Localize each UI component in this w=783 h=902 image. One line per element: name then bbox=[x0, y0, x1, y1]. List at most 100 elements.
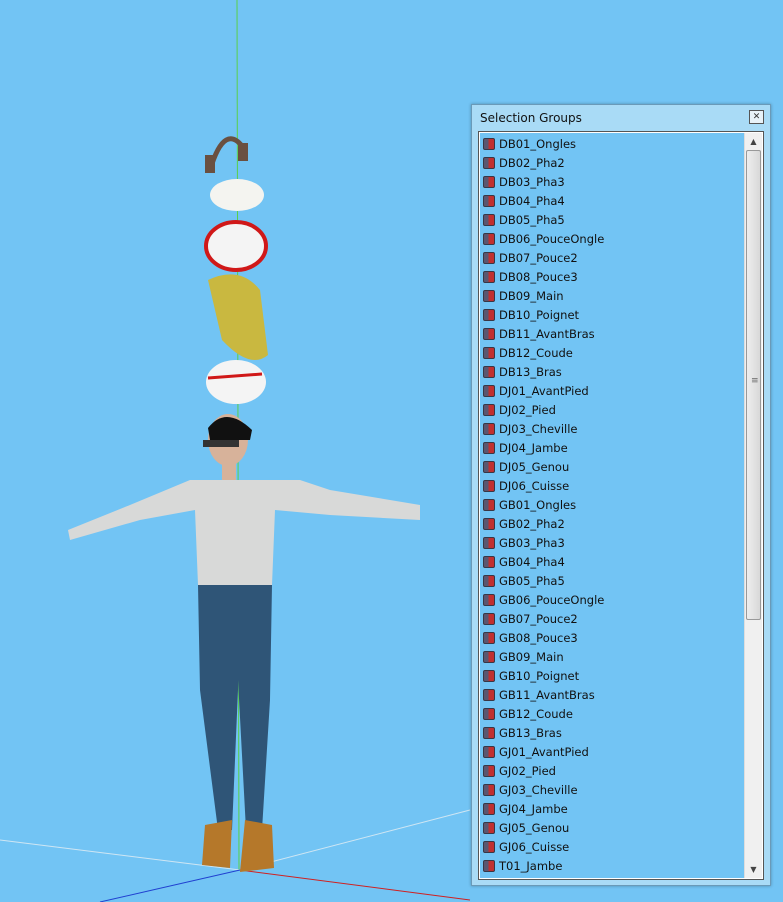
list-item-label: DJ03_Cheville bbox=[499, 421, 578, 436]
list-item[interactable]: GB09_Main bbox=[483, 647, 743, 666]
list-item[interactable]: DJ06_Cuisse bbox=[483, 476, 743, 495]
list-item[interactable]: DB13_Bras bbox=[483, 362, 743, 381]
group-cube-icon bbox=[483, 612, 495, 625]
group-cube-icon bbox=[483, 327, 495, 340]
group-cube-icon bbox=[483, 460, 495, 473]
list-item-label: GB04_Pha4 bbox=[499, 554, 565, 569]
list-item-label: GJ05_Genou bbox=[499, 820, 570, 835]
list-item[interactable]: GJ06_Cuisse bbox=[483, 837, 743, 856]
list-item[interactable]: GJ05_Genou bbox=[483, 818, 743, 837]
list-item-label: GB13_Bras bbox=[499, 725, 562, 740]
list-item[interactable]: GB11_AvantBras bbox=[483, 685, 743, 704]
list-item-label: DJ05_Genou bbox=[499, 459, 570, 474]
list-item-label: GB08_Pouce3 bbox=[499, 630, 578, 645]
list-item-label: DB10_Poignet bbox=[499, 307, 580, 322]
group-cube-icon bbox=[483, 289, 495, 302]
list-item-label: GJ01_AvantPied bbox=[499, 744, 589, 759]
hair-part bbox=[210, 179, 264, 211]
close-icon[interactable]: ✕ bbox=[749, 110, 764, 124]
list-item[interactable]: DB01_Ongles bbox=[483, 134, 743, 153]
list-item[interactable]: GB13_Bras bbox=[483, 723, 743, 742]
scroll-up-icon[interactable]: ▲ bbox=[745, 133, 762, 150]
group-cube-icon bbox=[483, 517, 495, 530]
list-item[interactable]: DJ03_Cheville bbox=[483, 419, 743, 438]
list-item[interactable]: DB03_Pha3 bbox=[483, 172, 743, 191]
list-item[interactable]: DB12_Coude bbox=[483, 343, 743, 362]
list-item[interactable]: DB10_Poignet bbox=[483, 305, 743, 324]
group-cube-icon bbox=[483, 688, 495, 701]
list-item-label: DB11_AvantBras bbox=[499, 326, 595, 341]
group-cube-icon bbox=[483, 707, 495, 720]
list-item[interactable]: GB01_Ongles bbox=[483, 495, 743, 514]
group-cube-icon bbox=[483, 308, 495, 321]
group-cube-icon bbox=[483, 213, 495, 226]
list-item[interactable]: GB02_Pha2 bbox=[483, 514, 743, 533]
list-item-label: GJ04_Jambe bbox=[499, 801, 568, 816]
list-item[interactable]: GB03_Pha3 bbox=[483, 533, 743, 552]
list-item-label: DB07_Pouce2 bbox=[499, 250, 578, 265]
list-item-label: DB09_Main bbox=[499, 288, 564, 303]
list-item[interactable]: DJ05_Genou bbox=[483, 457, 743, 476]
panel-title: Selection Groups bbox=[480, 111, 582, 125]
group-cube-icon bbox=[483, 631, 495, 644]
list-item[interactable]: GJ04_Jambe bbox=[483, 799, 743, 818]
list-item-label: DJ04_Jambe bbox=[499, 440, 568, 455]
list-item-label: DJ02_Pied bbox=[499, 402, 556, 417]
list-item[interactable]: DB09_Main bbox=[483, 286, 743, 305]
group-cube-icon bbox=[483, 422, 495, 435]
list-item[interactable]: DB02_Pha2 bbox=[483, 153, 743, 172]
list-item[interactable]: GB05_Pha5 bbox=[483, 571, 743, 590]
list-item-label: GB11_AvantBras bbox=[499, 687, 595, 702]
group-cube-icon bbox=[483, 593, 495, 606]
list-item[interactable]: DB11_AvantBras bbox=[483, 324, 743, 343]
scroll-down-icon[interactable]: ▼ bbox=[745, 861, 762, 878]
selection-groups-list[interactable]: DB01_Ongles DB02_Pha2 DB03_Pha3 DB04_Pha4 DB… bbox=[478, 131, 764, 880]
list-item-label: GB01_Ongles bbox=[499, 497, 577, 512]
list-item-label: DB12_Coude bbox=[499, 345, 573, 360]
list-item[interactable]: T01_Jambe bbox=[483, 856, 743, 875]
head-part bbox=[204, 220, 268, 272]
scrollbar-thumb[interactable]: ≡ bbox=[746, 150, 761, 620]
list-item[interactable]: DB05_Pha5 bbox=[483, 210, 743, 229]
list-item-label: GB10_Poignet bbox=[499, 668, 580, 683]
list-item-label: DB05_Pha5 bbox=[499, 212, 565, 227]
list-item[interactable]: DB04_Pha4 bbox=[483, 191, 743, 210]
group-cube-icon bbox=[483, 764, 495, 777]
list-item[interactable]: DJ02_Pied bbox=[483, 400, 743, 419]
list-item[interactable]: GB07_Pouce2 bbox=[483, 609, 743, 628]
x-axis bbox=[239, 869, 471, 901]
list-item[interactable]: GJ03_Cheville bbox=[483, 780, 743, 799]
list-item-label: GB07_Pouce2 bbox=[499, 611, 578, 626]
list-item-label: GB05_Pha5 bbox=[499, 573, 565, 588]
list-item[interactable]: GB08_Pouce3 bbox=[483, 628, 743, 647]
group-cube-icon bbox=[483, 156, 495, 169]
list-item[interactable]: DJ01_AvantPied bbox=[483, 381, 743, 400]
list-item[interactable]: DB06_PouceOngle bbox=[483, 229, 743, 248]
list-item[interactable]: DB08_Pouce3 bbox=[483, 267, 743, 286]
list-item[interactable]: DB07_Pouce2 bbox=[483, 248, 743, 267]
list-item[interactable]: GJ01_AvantPied bbox=[483, 742, 743, 761]
list-item-label: GJ02_Pied bbox=[499, 763, 556, 778]
list-item[interactable]: DJ04_Jambe bbox=[483, 438, 743, 457]
group-cube-icon bbox=[483, 574, 495, 587]
scrollbar[interactable]: ▲ ≡ ▼ bbox=[744, 133, 762, 878]
list-item[interactable]: GJ02_Pied bbox=[483, 761, 743, 780]
group-cube-icon bbox=[483, 745, 495, 758]
group-cube-icon bbox=[483, 650, 495, 663]
list-item[interactable]: GB04_Pha4 bbox=[483, 552, 743, 571]
group-cube-icon bbox=[483, 232, 495, 245]
list-item[interactable]: GB10_Poignet bbox=[483, 666, 743, 685]
list-item-label: GJ06_Cuisse bbox=[499, 839, 570, 854]
list-item-label: DB02_Pha2 bbox=[499, 155, 565, 170]
list-item-label: DB13_Bras bbox=[499, 364, 562, 379]
list-item-label: GJ03_Cheville bbox=[499, 782, 578, 797]
list-item-label: GB02_Pha2 bbox=[499, 516, 565, 531]
group-cube-icon bbox=[483, 669, 495, 682]
list-item[interactable]: GB12_Coude bbox=[483, 704, 743, 723]
list-item-label: DJ01_AvantPied bbox=[499, 383, 589, 398]
list-item[interactable]: GB06_PouceOngle bbox=[483, 590, 743, 609]
list-item-label: DB03_Pha3 bbox=[499, 174, 565, 189]
pelvis-part bbox=[206, 360, 266, 404]
group-cube-icon bbox=[483, 802, 495, 815]
group-cube-icon bbox=[483, 536, 495, 549]
